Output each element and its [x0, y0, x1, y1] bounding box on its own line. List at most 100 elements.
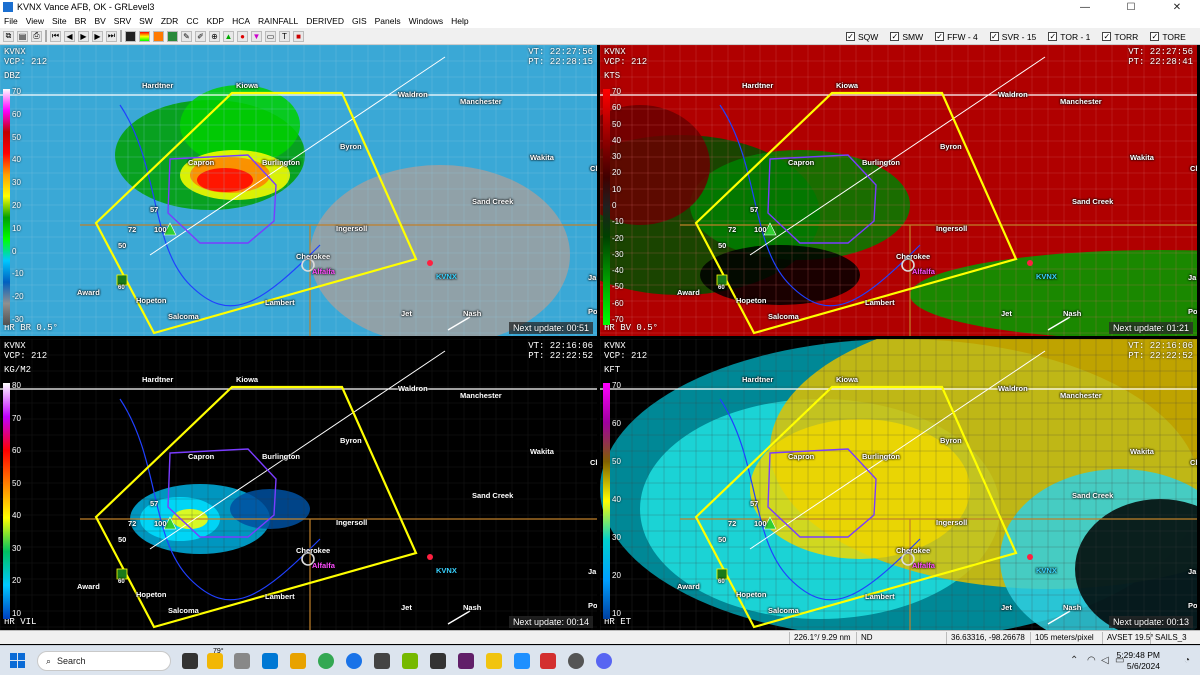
app-icon[interactable]: [374, 653, 390, 669]
menu-windows[interactable]: Windows: [409, 16, 443, 26]
palette-icon[interactable]: [153, 30, 164, 42]
zoom-in-icon[interactable]: ⊕: [209, 30, 220, 42]
triangle-icon[interactable]: ▲: [223, 30, 234, 42]
next-frame-icon[interactable]: ▶: [92, 30, 103, 42]
maximize-button[interactable]: ☐: [1108, 0, 1154, 14]
slack-icon[interactable]: [458, 653, 474, 669]
city-label: Sand Creek: [1072, 491, 1114, 500]
print-icon[interactable]: ⎙: [31, 30, 42, 42]
scale-unit-label: KG/M2: [4, 365, 32, 375]
copy-icon[interactable]: ⧉: [3, 30, 14, 42]
hail-size-label: 50: [718, 535, 727, 544]
taskbar-clock[interactable]: 5:29:48 PM 5/6/2024: [1117, 650, 1160, 672]
scale-tick-label: -10: [612, 217, 624, 227]
vscode-icon[interactable]: [514, 653, 530, 669]
city-label: Salcoma: [768, 312, 799, 321]
text-icon[interactable]: T: [279, 30, 290, 42]
city-label: Alfalfa: [912, 267, 935, 276]
menu-srv[interactable]: SRV: [114, 16, 131, 26]
browser-icon[interactable]: [346, 653, 362, 669]
menu-derived[interactable]: DERIVED: [306, 16, 344, 26]
tornado-probability-label: 100: [154, 519, 167, 528]
menu-hca[interactable]: HCA: [232, 16, 250, 26]
menu-rainfall[interactable]: RAINFALL: [258, 16, 298, 26]
minimize-button[interactable]: —: [1062, 0, 1108, 14]
chrome-icon[interactable]: [318, 653, 334, 669]
menu-zdr[interactable]: ZDR: [161, 16, 178, 26]
menu-site[interactable]: Site: [52, 16, 67, 26]
obs-icon[interactable]: [568, 653, 584, 669]
toggle-tor[interactable]: ✓ TOR - 1: [1048, 32, 1090, 42]
draw-icon[interactable]: ✐: [195, 30, 206, 42]
checkbox-icon[interactable]: ✓: [890, 32, 900, 41]
grlevel3-icon[interactable]: [540, 653, 556, 669]
checkbox-icon[interactable]: ✓: [1048, 32, 1058, 41]
color-table-icon[interactable]: [139, 30, 150, 42]
paste-icon[interactable]: ▤: [17, 30, 28, 42]
menu-cc[interactable]: CC: [186, 16, 198, 26]
last-frame-icon[interactable]: ⏭: [106, 30, 117, 42]
toggle-smw[interactable]: ✓ SMW: [890, 32, 923, 42]
menu-gis[interactable]: GIS: [352, 16, 367, 26]
checkbox-icon[interactable]: ✓: [989, 32, 999, 41]
menu-sw[interactable]: SW: [139, 16, 153, 26]
toggle-sqw[interactable]: ✓ SQW: [846, 32, 878, 42]
edit-icon[interactable]: ✎: [181, 30, 192, 42]
discord-icon[interactable]: [596, 653, 612, 669]
record-icon[interactable]: ■: [293, 30, 304, 42]
scale-tick-label: -50: [612, 282, 624, 292]
city-label: Waldron: [998, 384, 1028, 393]
first-frame-icon[interactable]: ⏮: [50, 30, 61, 42]
terminal-icon[interactable]: [486, 653, 502, 669]
status-resolution: 105 meters/pixel: [1030, 632, 1094, 644]
radar-panel-vil[interactable]: Hardtner Kiowa Waldron Manchester Capron Burl…: [0, 339, 597, 630]
scale-tick-label: -20: [12, 292, 24, 302]
checkbox-icon[interactable]: ✓: [1102, 32, 1112, 41]
scale-tick-label: 40: [12, 155, 21, 165]
task-view-icon[interactable]: [182, 653, 198, 669]
media-icon[interactable]: [430, 653, 446, 669]
radar-panel-reflectivity[interactable]: Hardtner Kiowa Waldron Manchester Capron Burl…: [0, 45, 597, 336]
weather-icon[interactable]: [207, 653, 223, 669]
checkbox-icon[interactable]: ✓: [846, 32, 855, 41]
menu-br[interactable]: BR: [75, 16, 87, 26]
widgets-icon[interactable]: [234, 653, 250, 669]
city-label: Capron: [788, 158, 815, 167]
previous-frame-icon[interactable]: ◀: [64, 30, 75, 42]
toggle-tore[interactable]: ✓ TORE: [1150, 32, 1186, 42]
menu-kdp[interactable]: KDP: [207, 16, 224, 26]
mail-icon[interactable]: [262, 653, 278, 669]
wifi-icon[interactable]: ◠: [1087, 655, 1096, 666]
menu-help[interactable]: Help: [451, 16, 468, 26]
target-icon[interactable]: ●: [237, 30, 248, 42]
notification-bell-icon[interactable]: ◔: [1184, 655, 1190, 666]
stop-icon[interactable]: [125, 30, 136, 42]
windows-start-icon[interactable]: [10, 653, 26, 669]
nvidia-icon[interactable]: [402, 653, 418, 669]
chevron-up-icon[interactable]: ⌃: [1070, 655, 1078, 666]
volume-icon[interactable]: ◁: [1101, 655, 1109, 666]
close-button[interactable]: ✕: [1154, 0, 1200, 14]
radar-panel-echo-tops[interactable]: Hardtner Kiowa Waldron Manchester Capron Burl…: [600, 339, 1197, 630]
menu-file[interactable]: File: [4, 16, 18, 26]
warning-icon[interactable]: ▼: [251, 30, 262, 42]
file-explorer-icon[interactable]: [290, 653, 306, 669]
highway-shield-label: 60: [718, 579, 725, 585]
checkbox-icon[interactable]: ✓: [935, 32, 945, 41]
hail-size-label: 57: [750, 499, 759, 508]
layers-icon[interactable]: [167, 30, 178, 42]
toggle-torr[interactable]: ✓ TORR: [1102, 32, 1138, 42]
valid-time: VT: 22:16:06: [1128, 341, 1193, 351]
scale-unit-label: KTS: [604, 71, 621, 81]
toggle-svr[interactable]: ✓ SVR - 15: [989, 32, 1036, 42]
play-icon[interactable]: ▶: [78, 30, 89, 42]
toggle-ffw[interactable]: ✓ FFW - 4: [935, 32, 978, 42]
menu-bv[interactable]: BV: [94, 16, 105, 26]
menu-panels[interactable]: Panels: [375, 16, 401, 26]
taskbar-search-input[interactable]: ⌕ Search: [37, 651, 171, 671]
ruler-icon[interactable]: ▭: [265, 30, 276, 42]
checkbox-icon[interactable]: ✓: [1150, 32, 1160, 41]
menu-view[interactable]: View: [26, 16, 44, 26]
radar-panel-velocity[interactable]: Hardtner Kiowa Waldron Manchester Capron Burl…: [600, 45, 1197, 336]
search-placeholder: Search: [57, 656, 86, 666]
